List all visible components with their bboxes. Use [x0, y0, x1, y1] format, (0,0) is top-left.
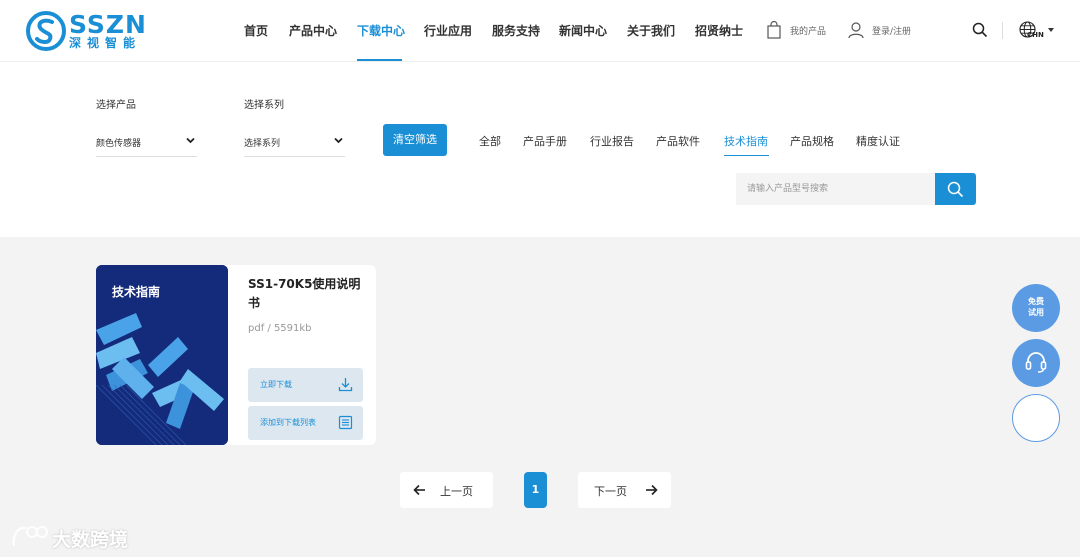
shopping-bag-icon[interactable]: [767, 21, 781, 39]
search-button[interactable]: [935, 173, 976, 205]
login-link[interactable]: 登录/注册: [872, 24, 911, 37]
product-search-input[interactable]: [736, 173, 935, 205]
site-header: SSZN 深视智能 首页 产品中心 下载中心 行业应用 服务支持 新闻中心 关于…: [0, 0, 1080, 62]
brand-name: SSZN: [69, 10, 147, 39]
product-select-value: 颜色传感器: [96, 139, 142, 149]
prev-page-label: 上一页: [440, 485, 473, 498]
nav-item-careers[interactable]: 招贤纳士: [695, 22, 743, 39]
search-box: [736, 173, 935, 205]
logo-mark-icon: [26, 11, 66, 51]
series-select-label: 选择系列: [244, 100, 284, 111]
list-icon: [338, 415, 353, 430]
nav-item-home[interactable]: 首页: [244, 22, 268, 39]
search-icon: [947, 181, 964, 198]
caret-down-icon[interactable]: [1048, 28, 1054, 32]
add-to-download-list-button[interactable]: 添加到下载列表: [248, 406, 363, 440]
page-number-current[interactable]: 1: [524, 472, 547, 508]
nav-item-support[interactable]: 服务支持: [492, 22, 540, 39]
series-select-value: 选择系列: [244, 139, 281, 149]
tab-certification[interactable]: 精度认证: [856, 133, 900, 149]
brand-subtitle: 深视智能: [69, 36, 142, 50]
nav-active-underline: [357, 59, 402, 61]
arrow-right-icon: [646, 484, 658, 496]
chevron-down-icon: [186, 137, 195, 144]
next-page-label: 下一页: [594, 485, 627, 498]
series-select[interactable]: 选择系列: [244, 128, 345, 157]
tab-software[interactable]: 产品软件: [656, 133, 700, 149]
brand-logo[interactable]: SSZN 深视智能: [26, 11, 146, 51]
prev-page-button[interactable]: 上一页: [400, 472, 493, 508]
watermark-text: 大数跨境: [52, 529, 129, 551]
arrow-left-icon: [413, 484, 425, 496]
thumbnail-category-label: 技术指南: [112, 285, 161, 299]
tab-specs[interactable]: 产品规格: [790, 133, 834, 149]
download-now-label: 立即下载: [260, 380, 292, 389]
headset-icon: [1025, 352, 1047, 373]
nav-item-products[interactable]: 产品中心: [289, 22, 337, 39]
customer-service-button[interactable]: [1012, 339, 1060, 387]
tab-active-underline: [724, 155, 769, 156]
tab-tech-guides[interactable]: 技术指南: [724, 133, 768, 149]
product-select-label: 选择产品: [96, 100, 136, 111]
tab-manuals[interactable]: 产品手册: [523, 133, 567, 149]
add-to-list-label: 添加到下载列表: [260, 418, 316, 427]
document-meta: pdf / 5591kb: [248, 323, 312, 334]
document-thumbnail[interactable]: 技术指南: [96, 265, 228, 445]
free-trial-label-line2: 试用: [1028, 308, 1044, 317]
chevron-down-icon: [334, 137, 343, 144]
tab-all[interactable]: 全部: [479, 133, 501, 149]
document-title[interactable]: SS1-70K5使用说明书: [248, 275, 363, 313]
back-to-top-button[interactable]: [1012, 394, 1060, 442]
next-page-button[interactable]: 下一页: [578, 472, 671, 508]
free-trial-label: 免费 试用: [1012, 296, 1060, 318]
download-now-button[interactable]: 立即下载: [248, 368, 363, 402]
tab-reports[interactable]: 行业报告: [590, 133, 634, 149]
free-trial-button[interactable]: 免费 试用: [1012, 284, 1060, 332]
my-products-link[interactable]: 我的产品: [790, 24, 826, 37]
clear-filters-button[interactable]: 清空筛选: [383, 124, 447, 156]
nav-item-about[interactable]: 关于我们: [627, 22, 675, 39]
nav-item-industry[interactable]: 行业应用: [424, 22, 472, 39]
product-select[interactable]: 颜色传感器: [96, 128, 197, 157]
watermark-logo-icon: [12, 526, 48, 547]
download-icon: [338, 378, 353, 392]
language-code[interactable]: CHN: [1027, 31, 1044, 39]
header-divider: [1002, 22, 1003, 39]
search-icon[interactable]: [972, 22, 988, 38]
nav-item-news[interactable]: 新闻中心: [559, 22, 607, 39]
nav-item-downloads[interactable]: 下载中心: [357, 22, 405, 39]
free-trial-label-line1: 免费: [1028, 297, 1044, 306]
user-icon[interactable]: [848, 21, 864, 39]
